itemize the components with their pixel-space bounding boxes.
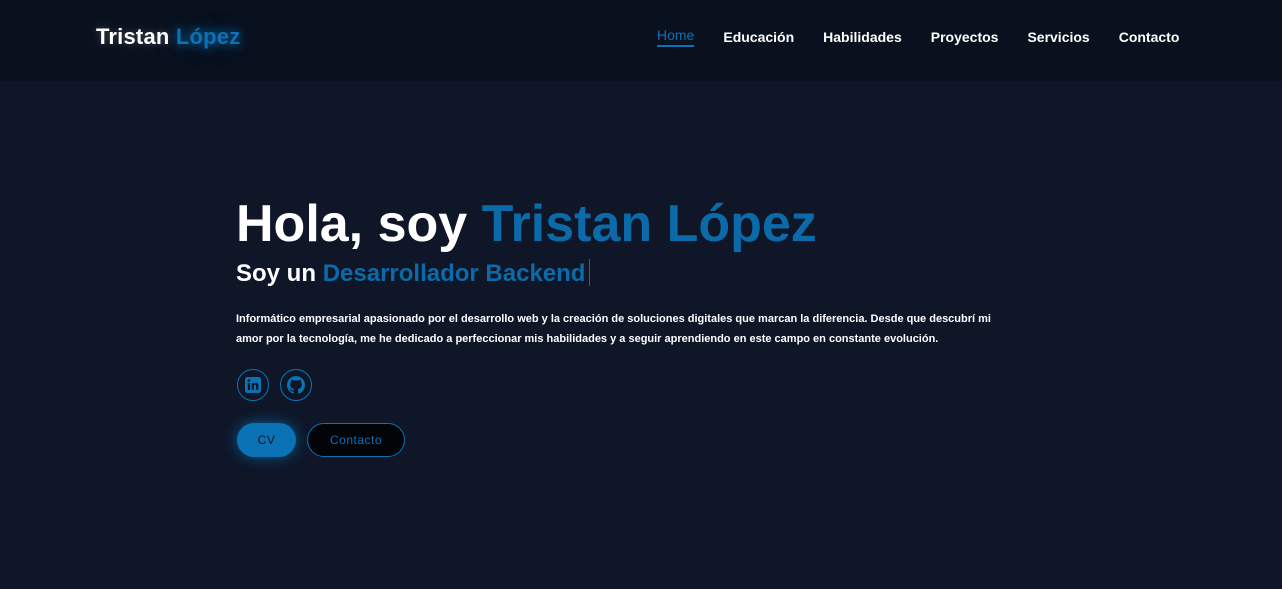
intro-paragraph: Informático empresarial apasionado por e… [236, 313, 991, 345]
nav-item-servicios[interactable]: Servicios [1027, 29, 1089, 46]
hero-actions: CV Contacto [237, 423, 405, 457]
nav-item-habilidades[interactable]: Habilidades [823, 29, 902, 46]
linkedin-link[interactable] [237, 369, 269, 401]
cv-button[interactable]: CV [237, 423, 296, 457]
site-header: Tristan López Home Educación Habilidades… [0, 0, 1282, 81]
nav-item-educacion[interactable]: Educación [723, 29, 794, 46]
github-link[interactable] [280, 369, 312, 401]
github-icon [287, 376, 305, 394]
typing-cursor [589, 259, 591, 286]
hero-title: Hola, soy Tristan López [236, 193, 817, 255]
hero-subtitle: Soy un Desarrollador Backend [236, 258, 591, 290]
hero-name: Tristan López [481, 195, 817, 253]
brand-logo[interactable]: Tristan López [96, 24, 240, 50]
nav-item-proyectos[interactable]: Proyectos [931, 29, 999, 46]
main-nav: Home Educación Habilidades Proyectos Ser… [657, 27, 1179, 47]
role-text: Desarrollador Backend [322, 260, 586, 287]
nav-item-home[interactable]: Home [657, 27, 695, 47]
contact-button[interactable]: Contacto [307, 423, 405, 457]
social-links [237, 369, 323, 401]
brand-last-name: López [175, 24, 241, 49]
brand-first-name: Tristan [96, 24, 170, 49]
hero-greeting: Hola, soy [236, 195, 468, 253]
linkedin-icon [245, 377, 261, 393]
role-prefix: Soy un [236, 260, 317, 287]
nav-item-contacto[interactable]: Contacto [1119, 29, 1180, 46]
